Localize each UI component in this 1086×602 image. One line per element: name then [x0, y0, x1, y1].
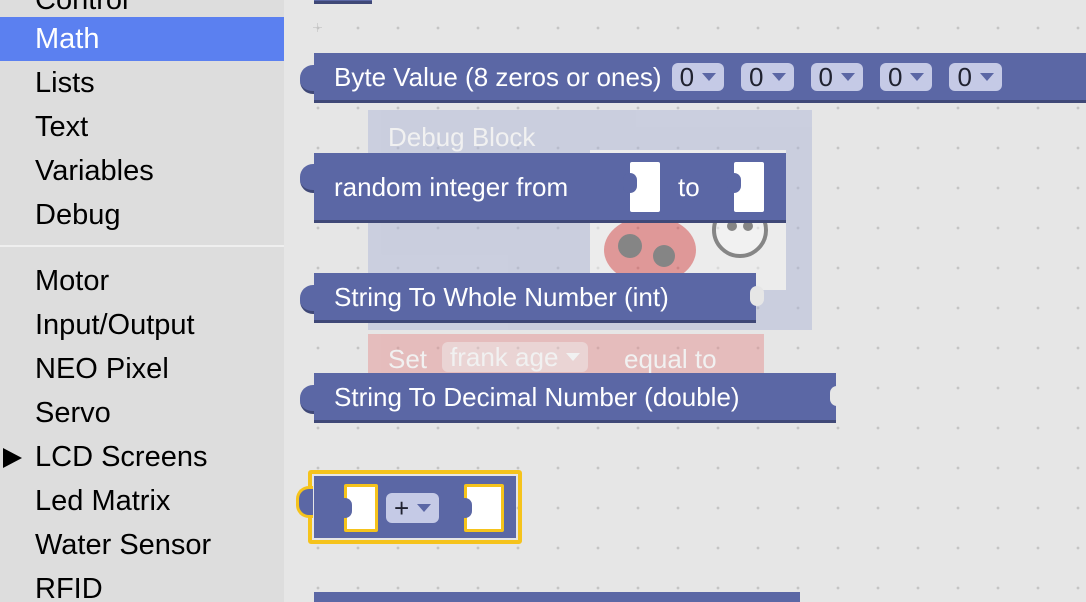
byte-value-block[interactable]: Byte Value (8 zeros or ones) 0 0 0 0 0	[300, 53, 1086, 103]
socket-notch	[623, 173, 637, 193]
expand-arrow-icon[interactable]	[3, 448, 22, 468]
category-label: Text	[35, 111, 89, 143]
debug-block-label: Debug Block	[388, 122, 536, 152]
block-workspace[interactable]: Debug Block Set frank age equal to Byte …	[284, 0, 1086, 602]
string-to-double-block[interactable]: String To Decimal Number (double)	[300, 373, 844, 423]
toolbox-sidebar: Control Math Lists Text Variables Debug …	[0, 0, 284, 602]
bit-value: 0	[887, 61, 903, 92]
category-debug[interactable]: Debug	[0, 193, 284, 237]
equal-to-label: equal to	[624, 344, 717, 374]
random-integer-label: random integer from	[334, 171, 569, 202]
category-lcd-screens[interactable]: LCD Screens	[0, 435, 284, 479]
string-to-double-label: String To Decimal Number (double)	[334, 381, 740, 412]
chevron-down-icon	[771, 72, 786, 81]
chevron-down-icon	[910, 72, 925, 81]
category-math[interactable]: Math	[0, 17, 284, 61]
category-label: Servo	[35, 397, 111, 429]
bit-dropdown-1[interactable]: 0	[671, 61, 725, 92]
chevron-down-icon	[702, 72, 717, 81]
chevron-down-icon	[979, 72, 994, 81]
output-connector	[296, 486, 313, 518]
category-neo-pixel[interactable]: NEO Pixel	[0, 347, 284, 391]
category-servo[interactable]: Servo	[0, 391, 284, 435]
string-to-int-block[interactable]: String To Whole Number (int)	[300, 273, 764, 323]
chevron-down-icon	[840, 72, 855, 81]
arithmetic-block[interactable]: +	[296, 476, 516, 538]
variable-name: frank age	[450, 341, 559, 372]
category-water-sensor[interactable]: Water Sensor	[0, 523, 284, 567]
chevron-down-icon	[566, 353, 581, 361]
bit-dropdown-4[interactable]: 0	[879, 61, 933, 92]
chevron-down-icon	[417, 504, 432, 512]
category-lists[interactable]: Lists	[0, 61, 284, 105]
socket-notch	[727, 173, 741, 193]
category-label: Control	[35, 0, 129, 16]
category-label: Debug	[35, 199, 121, 231]
category-label: RFID	[35, 573, 103, 602]
category-motor[interactable]: Motor	[0, 259, 284, 303]
category-label: Math	[35, 23, 100, 55]
to-label: to	[678, 171, 700, 202]
variable-dropdown: frank age	[442, 341, 589, 372]
bit-dropdown-5[interactable]: 0	[949, 61, 1002, 92]
category-label: NEO Pixel	[35, 353, 169, 385]
bit-value: 0	[749, 61, 764, 92]
bit-dropdown-2[interactable]: 0	[741, 61, 794, 92]
bit-value: 0	[818, 61, 833, 92]
category-separator	[0, 245, 284, 247]
left-operand-socket[interactable]	[338, 484, 378, 532]
operator-dropdown[interactable]: +	[386, 493, 440, 523]
input-connector	[750, 286, 764, 306]
category-rfid[interactable]: RFID	[0, 567, 284, 602]
bit-dropdown-3[interactable]: 0	[810, 61, 863, 92]
random-integer-block[interactable]: random integer from to	[300, 153, 786, 223]
category-led-matrix[interactable]: Led Matrix	[0, 479, 284, 523]
category-label: Motor	[35, 265, 110, 297]
operator-value: +	[394, 493, 410, 523]
category-variables[interactable]: Variables	[0, 149, 284, 193]
category-label: Led Matrix	[35, 485, 171, 517]
socket-notch	[458, 498, 472, 518]
input-connector	[830, 386, 844, 406]
bit-value: 0	[679, 61, 695, 92]
category-label: Variables	[35, 155, 154, 187]
category-input-output[interactable]: Input/Output	[0, 303, 284, 347]
to-input-socket[interactable]	[727, 162, 764, 212]
category-label: Input/Output	[35, 309, 195, 341]
set-label: Set	[388, 344, 428, 374]
right-operand-socket[interactable]	[458, 484, 504, 532]
socket-notch	[338, 498, 352, 518]
category-text[interactable]: Text	[0, 105, 284, 149]
category-label: Water Sensor	[35, 529, 212, 561]
from-input-socket[interactable]	[623, 162, 660, 212]
block-partial-top[interactable]	[314, 0, 372, 4]
category-label: Lists	[35, 67, 95, 99]
string-to-int-label: String To Whole Number (int)	[334, 281, 669, 312]
category-label: LCD Screens	[35, 441, 208, 473]
bit-value: 0	[957, 61, 972, 92]
byte-value-label: Byte Value (8 zeros or ones)	[334, 61, 662, 92]
block-partial-bottom[interactable]	[314, 592, 800, 602]
